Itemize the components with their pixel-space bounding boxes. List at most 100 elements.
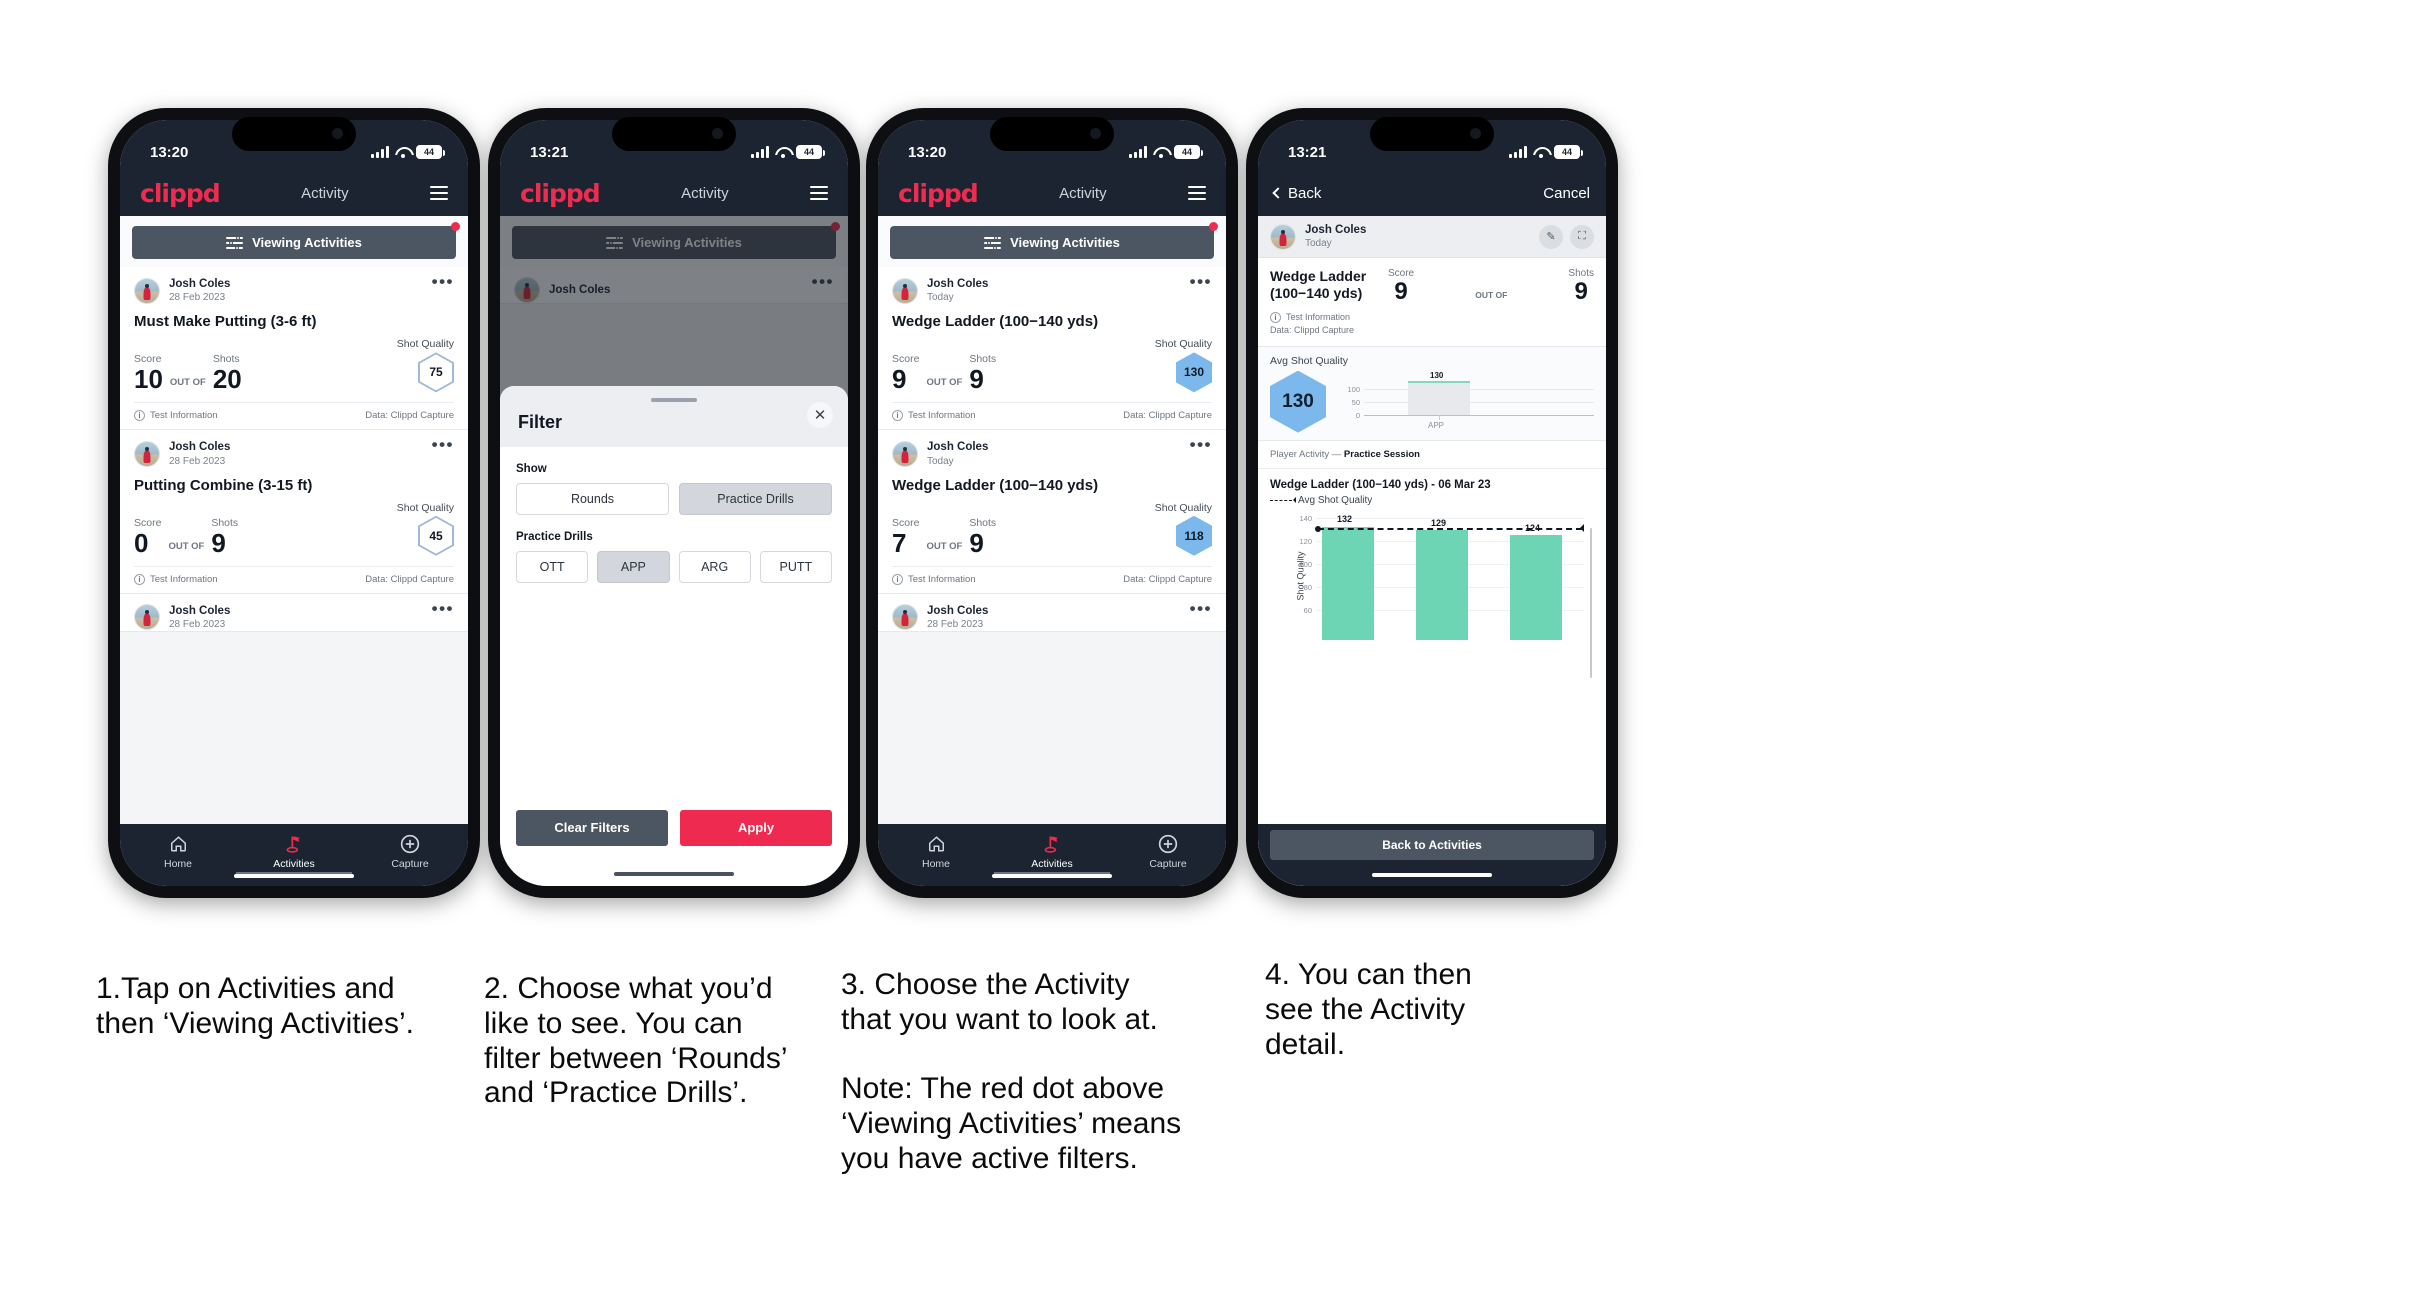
test-information[interactable]: i Test Information: [892, 410, 976, 422]
detail-activity-title: Wedge Ladder (100−140 yds): [1270, 268, 1367, 302]
activity-title: Wedge Ladder (100−140 yds): [892, 313, 1099, 331]
filter-option-practice-drills[interactable]: Practice Drills: [679, 483, 832, 515]
filter-chip-putt[interactable]: PUTT: [759, 551, 832, 583]
scrollbar[interactable]: [1589, 527, 1592, 678]
drag-handle[interactable]: [651, 398, 697, 402]
dynamic-island: [612, 117, 736, 151]
viewing-activities-button[interactable]: Viewing Activities: [890, 226, 1214, 259]
activity-card[interactable]: Josh Coles Today ••• Wedge Ladder (100−1…: [878, 267, 1226, 431]
cancel-button[interactable]: Cancel: [1543, 185, 1590, 202]
detail-metrics: Score 9 OUT OF Shots 9: [1382, 268, 1594, 304]
tab-capture-label: Capture: [391, 858, 429, 870]
golf-flag-icon: [994, 833, 1110, 855]
menu-icon[interactable]: [1187, 186, 1206, 200]
apply-button[interactable]: Apply: [680, 809, 832, 846]
data-source-label: Data: Clippd Capture: [1270, 325, 1355, 336]
tab-home[interactable]: Home: [878, 833, 994, 870]
clear-filters-button[interactable]: Clear Filters: [516, 809, 668, 846]
tab-capture[interactable]: Capture: [352, 833, 468, 870]
menu-icon[interactable]: [429, 186, 448, 200]
status-time: 13:20: [150, 143, 189, 161]
card-overflow-menu-icon[interactable]: •••: [1190, 436, 1212, 453]
info-icon: i: [134, 573, 145, 585]
session-chart-title: Wedge Ladder (100−140 yds) - 06 Mar 23: [1270, 478, 1491, 491]
avg-shot-quality-line: [1315, 524, 1584, 533]
wifi-icon: [1533, 146, 1548, 158]
user-name: Josh Coles: [927, 441, 989, 454]
menu-icon[interactable]: [809, 186, 828, 200]
test-information[interactable]: i Test Information: [134, 410, 218, 422]
filter-chip-ott[interactable]: OTT: [516, 551, 589, 583]
test-information[interactable]: i Test Information: [892, 573, 976, 585]
chart-bar: [1416, 529, 1468, 640]
home-indicator[interactable]: [614, 871, 734, 876]
detail-user-bar: Josh Coles Today ✎ ⛶: [1258, 216, 1606, 259]
activity-card[interactable]: Josh Coles 28 Feb 2023 •••: [878, 593, 1226, 633]
tab-activities[interactable]: Activities: [994, 833, 1110, 870]
home-indicator[interactable]: [992, 873, 1112, 878]
viewing-activities-button[interactable]: Viewing Activities: [132, 226, 456, 259]
activity-card[interactable]: Josh Coles 28 Feb 2023 •••: [120, 593, 468, 633]
shot-quality-label: Shot Quality: [1154, 338, 1212, 351]
activity-date: 28 Feb 2023: [169, 619, 226, 631]
activity-card[interactable]: Josh Coles 28 Feb 2023 ••• Must Make Put…: [120, 267, 468, 431]
card-user: Josh Coles 28 Feb 2023: [134, 604, 230, 631]
activity-date: 28 Feb 2023: [169, 292, 226, 304]
home-icon: [120, 833, 236, 855]
back-button[interactable]: Back: [1272, 185, 1321, 202]
data-source-label: Data: Clippd Capture: [365, 410, 454, 422]
clippd-logo[interactable]: clippd: [898, 179, 979, 208]
wifi-icon: [775, 146, 790, 158]
dynamic-island: [1370, 117, 1494, 151]
chevron-left-icon: [1272, 187, 1284, 199]
drill-options: OTT APP ARG PUTT: [516, 551, 832, 583]
activity-card[interactable]: Josh Coles 28 Feb 2023 ••• Putting Combi…: [120, 430, 468, 594]
phone-4-body: Josh Coles Today ✎ ⛶ Wedge Ladder (100−1…: [1258, 216, 1606, 886]
test-information[interactable]: i Test Information: [134, 573, 218, 585]
out-of-label: OUT OF: [926, 540, 963, 552]
close-icon[interactable]: ✕: [807, 402, 833, 428]
tab-capture[interactable]: Capture: [1110, 833, 1226, 870]
filter-sliders-icon: [226, 235, 244, 250]
filter-chip-arg[interactable]: ARG: [678, 551, 751, 583]
card-overflow-menu-icon[interactable]: •••: [1190, 600, 1212, 617]
filter-option-rounds[interactable]: Rounds: [516, 483, 669, 515]
shots-value: 9: [969, 527, 984, 558]
mini-gridline: [1364, 388, 1594, 390]
card-user: Josh Coles 28 Feb 2023: [134, 440, 230, 468]
phone-2-screen: 13:21 44 clippd Activity Viewing Activit…: [500, 120, 848, 886]
home-indicator[interactable]: [234, 873, 354, 878]
chart-bar: [1510, 534, 1562, 640]
avg-shot-quality-hexagon: 130: [1270, 370, 1326, 433]
tab-home[interactable]: Home: [120, 833, 236, 870]
clippd-logo[interactable]: clippd: [140, 179, 221, 208]
test-information-label: Test Information: [150, 573, 218, 585]
activity-card[interactable]: Josh Coles Today ••• Wedge Ladder (100−1…: [878, 430, 1226, 594]
expand-icon[interactable]: ⛶: [1570, 224, 1594, 249]
signal-icon: [371, 146, 389, 158]
card-overflow-menu-icon[interactable]: •••: [432, 436, 454, 453]
card-overflow-menu-icon[interactable]: •••: [432, 600, 454, 617]
filter-chip-app[interactable]: APP: [597, 551, 670, 583]
avg-shot-quality-section: Avg Shot Quality 130 100 50 0 130 APP: [1258, 345, 1606, 440]
detail-summary-row: Wedge Ladder (100−140 yds) Score 9 OUT O…: [1270, 268, 1594, 304]
card-overflow-menu-icon[interactable]: •••: [432, 273, 454, 290]
phone-1-body: Viewing Activities Josh Coles 28 Feb 202…: [120, 216, 468, 824]
card-user: Josh Coles Today: [1270, 223, 1366, 250]
clippd-logo[interactable]: clippd: [520, 179, 601, 208]
home-indicator[interactable]: [1372, 872, 1492, 877]
shots-metric: Shots 9: [969, 353, 996, 392]
activity-title: Putting Combine (3-15 ft): [134, 476, 313, 494]
back-to-activities-button[interactable]: Back to Activities: [1270, 830, 1594, 860]
avatar: [892, 604, 918, 631]
page-title: Activity: [681, 184, 729, 202]
info-icon: i: [892, 573, 903, 585]
card-overflow-menu-icon[interactable]: •••: [1190, 273, 1212, 290]
test-information-label: Test Information: [150, 410, 218, 422]
phone-2-body: Viewing Activities Josh Coles •••: [500, 216, 848, 886]
test-information[interactable]: i Test Information: [1270, 311, 1594, 325]
pencil-icon[interactable]: ✎: [1539, 224, 1563, 249]
tab-activities[interactable]: Activities: [236, 833, 352, 870]
data-source-label: Data: Clippd Capture: [1123, 410, 1212, 422]
page-title: Activity: [301, 184, 349, 202]
